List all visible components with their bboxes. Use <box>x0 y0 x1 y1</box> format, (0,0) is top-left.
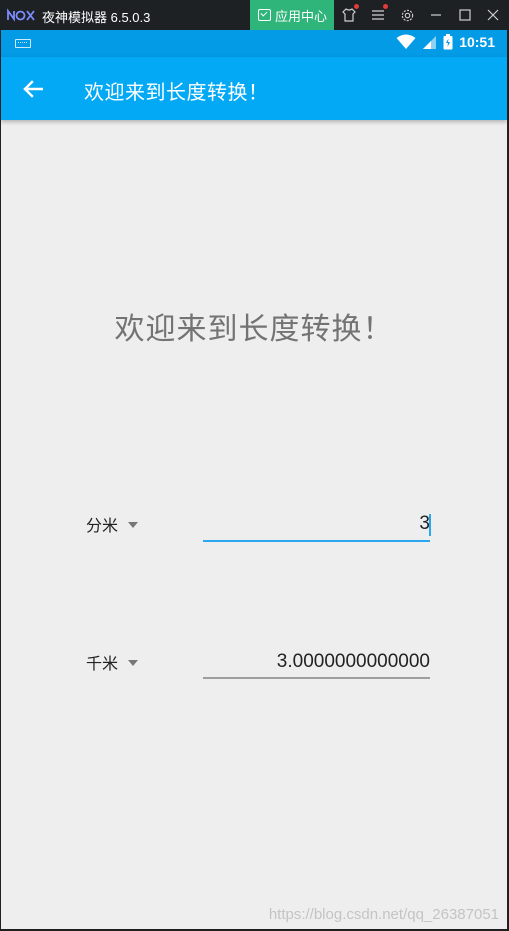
from-unit-row: 分米 <box>1 504 507 544</box>
minimize-button[interactable] <box>422 0 450 30</box>
keyboard-icon <box>15 39 31 48</box>
app-center-button[interactable]: 应用中心 <box>250 0 334 30</box>
to-unit-label: 千米 <box>86 656 119 673</box>
close-button[interactable] <box>479 0 507 30</box>
back-button[interactable] <box>19 75 47 103</box>
notification-dot <box>354 4 359 9</box>
settings-button[interactable] <box>393 0 421 30</box>
app-bar: 欢迎来到长度转换！ <box>1 57 507 120</box>
text-cursor <box>429 514 431 536</box>
emulator-title-bar: 夜神模拟器 6.5.0.3 应用中心 <box>0 0 509 30</box>
from-unit-spinner[interactable]: 分米 <box>86 504 139 544</box>
maximize-button[interactable] <box>451 0 479 30</box>
app-center-label: 应用中心 <box>275 8 328 24</box>
from-value-input[interactable] <box>204 504 430 544</box>
battery-icon <box>443 34 453 50</box>
watermark: https://blog.csdn.net/qq_26387051 <box>268 906 499 923</box>
status-bar: 10:51 <box>1 30 507 57</box>
emulator-title: 夜神模拟器 6.5.0.3 <box>42 10 151 25</box>
to-unit-row: 千米 <box>1 642 507 682</box>
arrow-left-icon <box>23 80 43 98</box>
shirt-button[interactable] <box>335 0 363 30</box>
app-center-icon <box>258 9 271 21</box>
phone-screen: 10:51 欢迎来到长度转换！ 欢迎来到长度转换！ 分米 千米 https://… <box>0 30 508 929</box>
close-icon <box>487 9 499 21</box>
shirt-icon <box>342 8 356 22</box>
page-heading: 欢迎来到长度转换！ <box>114 313 394 346</box>
menu-icon <box>372 10 384 20</box>
app-bar-title: 欢迎来到长度转换！ <box>84 82 269 104</box>
to-input-underline <box>203 677 430 679</box>
maximize-icon <box>459 9 471 21</box>
dropdown-arrow-icon <box>128 660 139 666</box>
notification-dot <box>383 4 388 9</box>
clock: 10:51 <box>459 34 495 50</box>
wifi-icon <box>396 34 416 49</box>
settings-icon <box>401 9 413 21</box>
menu-button[interactable] <box>364 0 392 30</box>
to-unit-spinner[interactable]: 千米 <box>86 642 139 682</box>
minimize-icon <box>431 14 441 16</box>
from-input-underline <box>203 540 430 542</box>
status-icons: 10:51 <box>396 34 495 50</box>
dropdown-arrow-icon <box>128 522 139 528</box>
nox-logo-icon <box>7 8 35 22</box>
from-unit-label: 分米 <box>86 518 119 535</box>
signal-icon <box>423 35 437 49</box>
to-value-input[interactable] <box>204 642 430 682</box>
